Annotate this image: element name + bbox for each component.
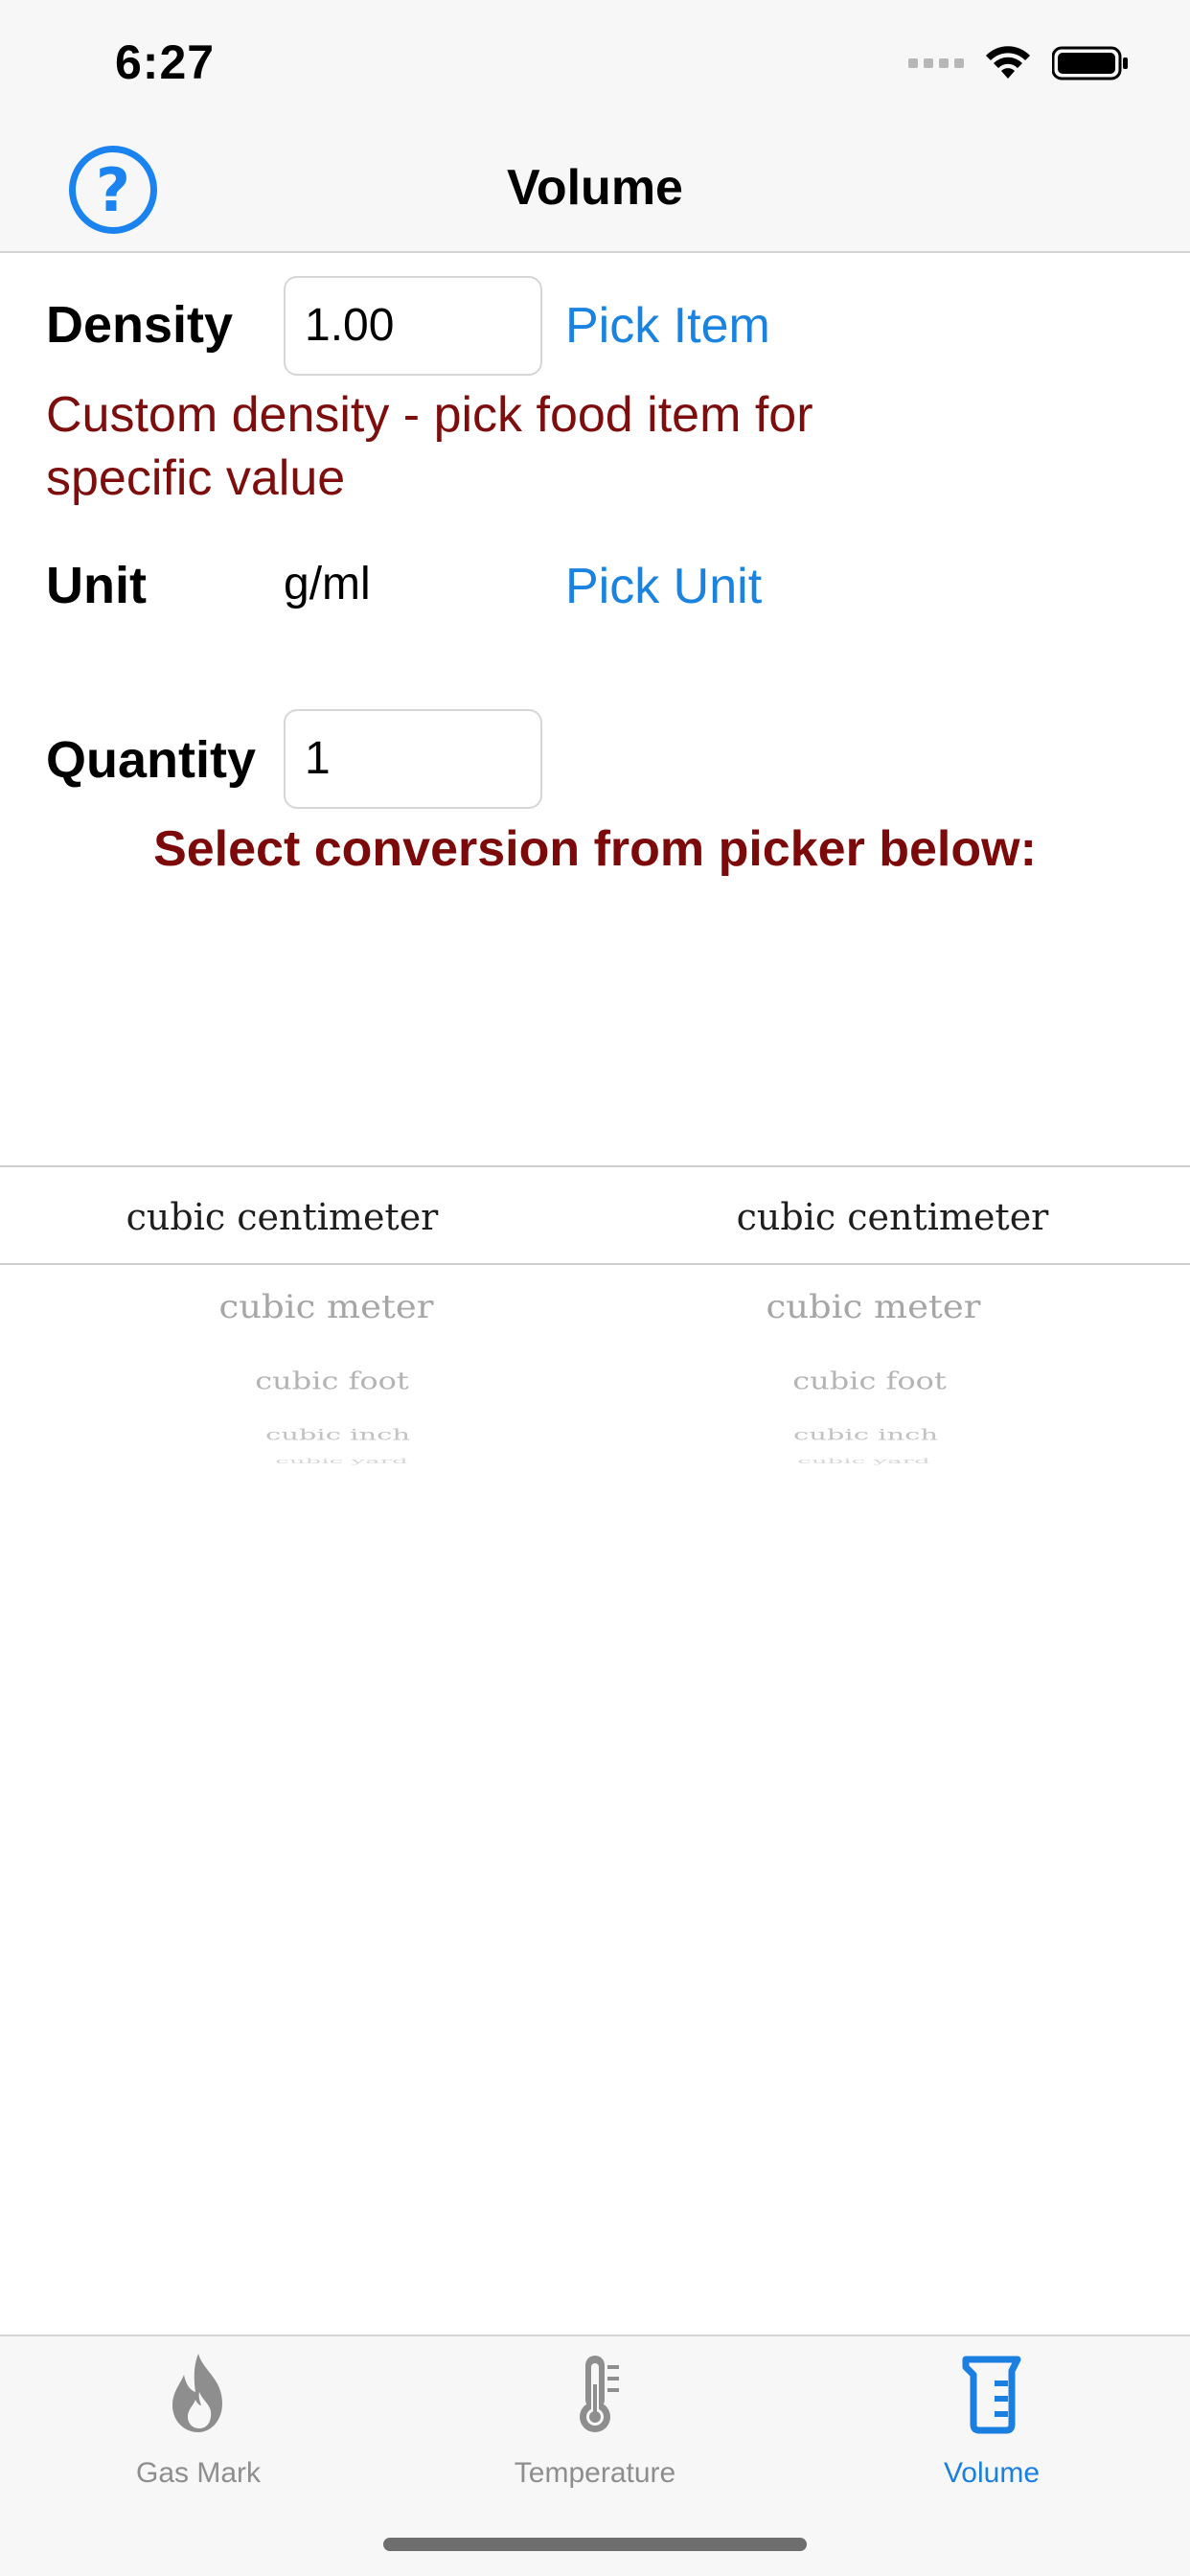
- pick-unit-button[interactable]: Pick Unit: [565, 558, 762, 615]
- picker-from-option[interactable]: cubic yard: [44, 1458, 639, 1465]
- quantity-input[interactable]: 1: [284, 709, 542, 809]
- picker-selection-top-line: [0, 1165, 1190, 1167]
- thermometer-icon: [580, 2356, 619, 2432]
- density-input[interactable]: 1.00: [284, 276, 542, 376]
- status-time: 6:27: [115, 35, 216, 89]
- battery-icon: [1052, 46, 1128, 80]
- picker-to-option[interactable]: cubic foot: [572, 1367, 1167, 1395]
- picker-to-option[interactable]: cubic inch: [568, 1426, 1163, 1444]
- tab-volume[interactable]: Volume: [793, 2336, 1190, 2490]
- picker-from-option[interactable]: cubic foot: [34, 1367, 629, 1395]
- quantity-label: Quantity: [46, 731, 257, 789]
- density-label: Density: [46, 296, 234, 354]
- volume-screen: 6:27 ? Volume Density 1.00 Pick Item Cus…: [0, 0, 1190, 2576]
- navigation-bar: 6:27 ? Volume: [0, 0, 1190, 253]
- picker-from-selected[interactable]: cubic centimeter: [0, 1196, 580, 1238]
- tab-label: Temperature: [514, 2457, 676, 2489]
- picker-selection-bottom-line: [0, 1263, 1190, 1265]
- status-icons: [908, 46, 1129, 80]
- conversion-instruction: Select conversion from picker below:: [153, 821, 1037, 877]
- unit-label: Unit: [46, 557, 147, 614]
- picker-to-selected[interactable]: cubic centimeter: [595, 1196, 1190, 1238]
- wifi-icon: [986, 46, 1030, 79]
- cellular-signal-icon: [908, 58, 964, 68]
- pick-item-button[interactable]: Pick Item: [565, 297, 770, 355]
- tab-temperature[interactable]: Temperature: [397, 2336, 793, 2490]
- picker-to-option[interactable]: cubic meter: [576, 1288, 1171, 1325]
- home-indicator: [383, 2538, 807, 2551]
- page-title: Volume: [507, 160, 683, 216]
- picker-from-option[interactable]: cubic inch: [40, 1426, 635, 1444]
- density-note: Custom density - pick food item for spec…: [46, 387, 813, 506]
- measuring-cup-icon: [962, 2356, 1021, 2434]
- flame-icon: [172, 2354, 222, 2432]
- tab-label: Volume: [943, 2457, 1041, 2489]
- unit-value: g/ml: [284, 559, 371, 610]
- picker-from-option[interactable]: cubic meter: [29, 1288, 624, 1325]
- picker-to-option[interactable]: cubic yard: [566, 1458, 1161, 1465]
- tab-gas-mark[interactable]: Gas Mark: [0, 2336, 397, 2490]
- tab-label: Gas Mark: [135, 2457, 262, 2489]
